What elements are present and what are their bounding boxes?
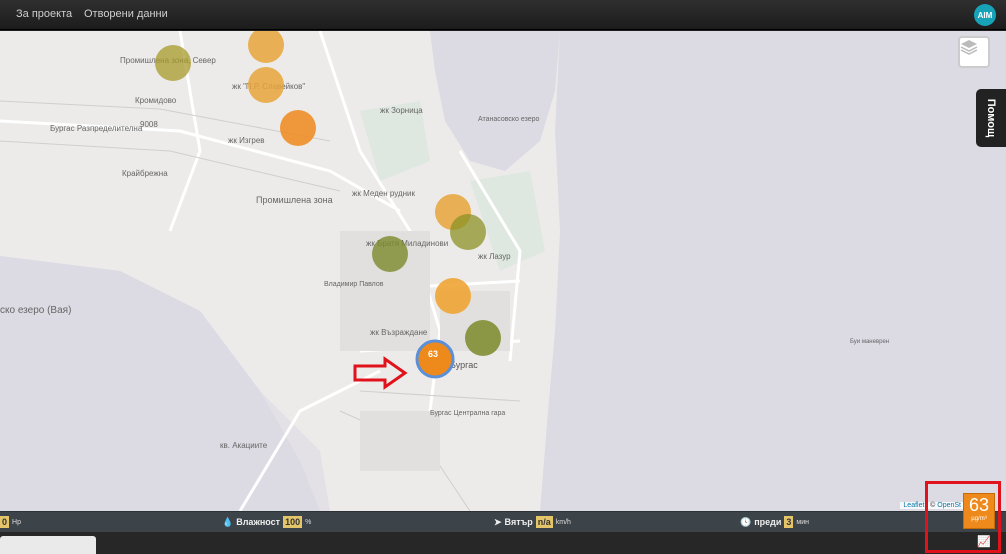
map-label: жк Лазур [478, 252, 511, 261]
map-canvas[interactable]: Промишлена зона, Север жк "П.Р. Славейко… [0, 31, 1006, 511]
humidity-label: Влажност [236, 517, 281, 527]
app-logo[interactable]: AIM [974, 4, 996, 26]
logo-text: AIM [977, 10, 993, 20]
selected-station-value: 63 [428, 349, 438, 359]
updated-stat: 🕓 преди 3 мин [740, 516, 809, 528]
help-tab[interactable]: Помощ [976, 89, 1006, 147]
map-label: Бургас Разпределителна [50, 124, 143, 133]
map-view[interactable]: Промишлена зона, Север жк "П.Р. Славейко… [0, 31, 1006, 511]
annotation-highlight-box [925, 481, 1001, 553]
map-label: 9008 [140, 120, 158, 129]
wind-unit: km/h [555, 518, 571, 526]
wind-label: Вятър [504, 517, 533, 527]
map-label: Кромидово [135, 96, 177, 105]
map-label: Крайбрежна [122, 169, 168, 178]
droplet-icon: 💧 [222, 516, 234, 527]
map-label: ско езеро (Вая) [0, 305, 71, 316]
map-label: Владимир Павлов [324, 281, 384, 288]
nav-about[interactable]: За проекта [16, 8, 72, 20]
station-marker[interactable] [435, 278, 471, 314]
station-marker[interactable] [465, 320, 501, 356]
map-label: жк Зорница [380, 106, 423, 115]
station-marker[interactable] [155, 45, 191, 81]
footer-tab[interactable] [0, 536, 96, 554]
map-label: жк Меден рудник [352, 189, 416, 198]
footer-bar [0, 532, 1006, 554]
station-marker[interactable] [450, 214, 486, 250]
leaflet-link[interactable]: Leaflet [903, 502, 924, 509]
updated-label: преди [754, 517, 782, 527]
map-label: жк Изгрев [228, 136, 265, 145]
help-tab-label: Помощ [985, 98, 998, 138]
pressure-value: 0 [0, 516, 10, 528]
top-navbar: За проекта Отворени данни AIM [0, 0, 1006, 30]
map-label: жк Възраждане [370, 328, 428, 337]
station-marker[interactable] [248, 67, 284, 103]
weather-bar: 0 Hp 💧 Влажност 100 % ➤ Вятър n/a km/h 🕓… [0, 511, 1006, 532]
humidity-stat: 💧 Влажност 100 % [222, 516, 311, 528]
pressure-unit: Hp [12, 518, 21, 526]
map-label: Буи маневрен [850, 339, 889, 345]
selected-station-marker[interactable] [415, 339, 455, 379]
map-label: кв. Акациите [220, 441, 268, 450]
layers-icon [960, 40, 978, 55]
humidity-unit: % [305, 518, 312, 526]
nav-open-data[interactable]: Отворени данни [84, 8, 168, 20]
station-marker[interactable] [280, 110, 316, 146]
wind-stat: ➤ Вятър n/a km/h [494, 516, 571, 528]
updated-unit: мин [796, 518, 810, 526]
clock-icon: 🕓 [740, 516, 752, 527]
wind-value: n/a [535, 516, 553, 528]
layers-button[interactable] [958, 36, 990, 68]
humidity-value: 100 [283, 516, 303, 528]
updated-value: 3 [784, 516, 794, 528]
pressure-stat: 0 Hp [0, 516, 21, 528]
map-label: Атанасовско езеро [478, 116, 540, 123]
map-label: Промишлена зона [256, 195, 333, 205]
send-icon: ➤ [494, 516, 502, 527]
map-label: Бургас Централна гара [430, 410, 505, 417]
station-marker[interactable] [372, 236, 408, 272]
